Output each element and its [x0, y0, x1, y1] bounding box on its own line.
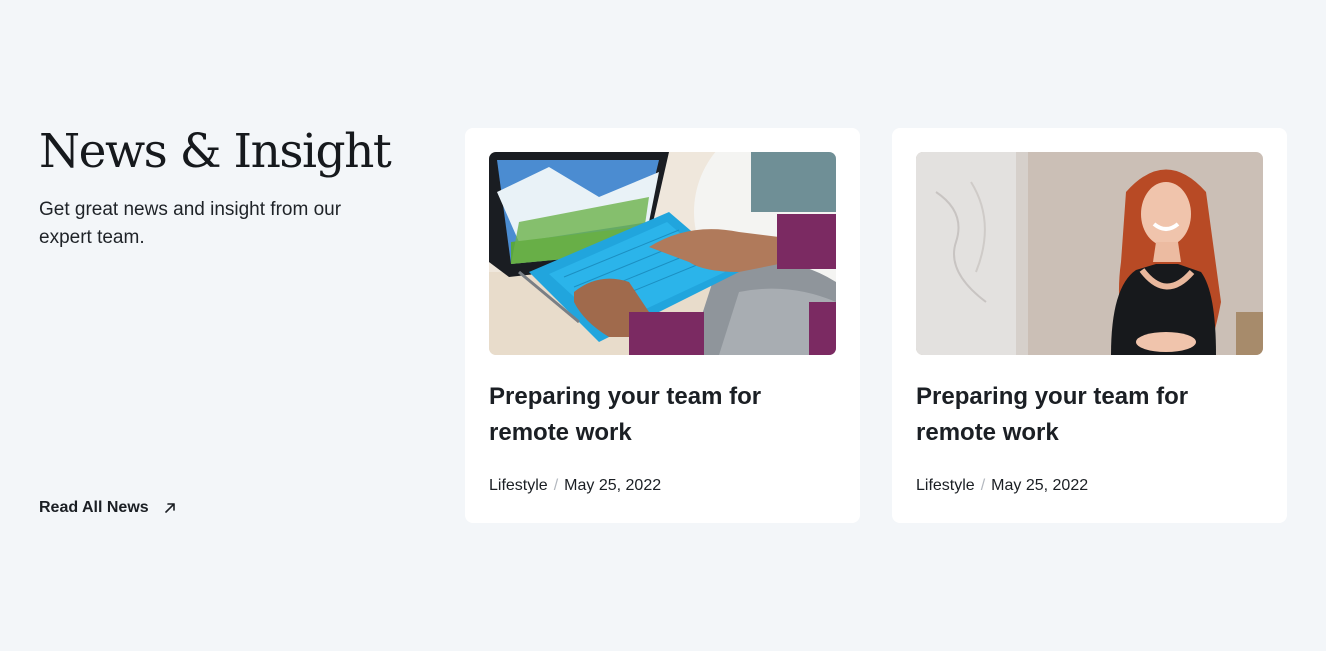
news-intro: News & Insight Get great news and insigh…	[39, 122, 399, 252]
read-all-news-link[interactable]: Read All News	[39, 499, 177, 517]
smiling-woman-photo	[916, 152, 1263, 355]
article-card[interactable]: Preparing your team for remote work Life…	[465, 128, 860, 523]
article-meta: Lifestyle / May 25, 2022	[489, 477, 661, 495]
meta-separator: /	[553, 477, 559, 494]
section-title: News & Insight	[39, 124, 392, 179]
read-all-news-label: Read All News	[39, 499, 149, 516]
laptop-typing-photo	[489, 152, 836, 355]
article-date: May 25, 2022	[991, 477, 1089, 494]
article-title[interactable]: Preparing your team for remote work	[489, 379, 819, 451]
article-category[interactable]: Lifestyle	[489, 477, 548, 495]
article-image-laptop[interactable]	[489, 152, 836, 355]
meta-separator: /	[980, 477, 986, 494]
section-subtitle: Get great news and insight from our expe…	[39, 199, 342, 248]
article-date: May 25, 2022	[564, 477, 662, 494]
article-category[interactable]: Lifestyle	[916, 477, 975, 495]
article-title[interactable]: Preparing your team for remote work	[916, 379, 1246, 451]
arrow-up-right-icon	[164, 503, 175, 513]
article-card[interactable]: Preparing your team for remote work Life…	[892, 128, 1287, 523]
article-image-woman[interactable]	[916, 152, 1263, 355]
article-meta: Lifestyle / May 25, 2022	[916, 477, 1088, 495]
